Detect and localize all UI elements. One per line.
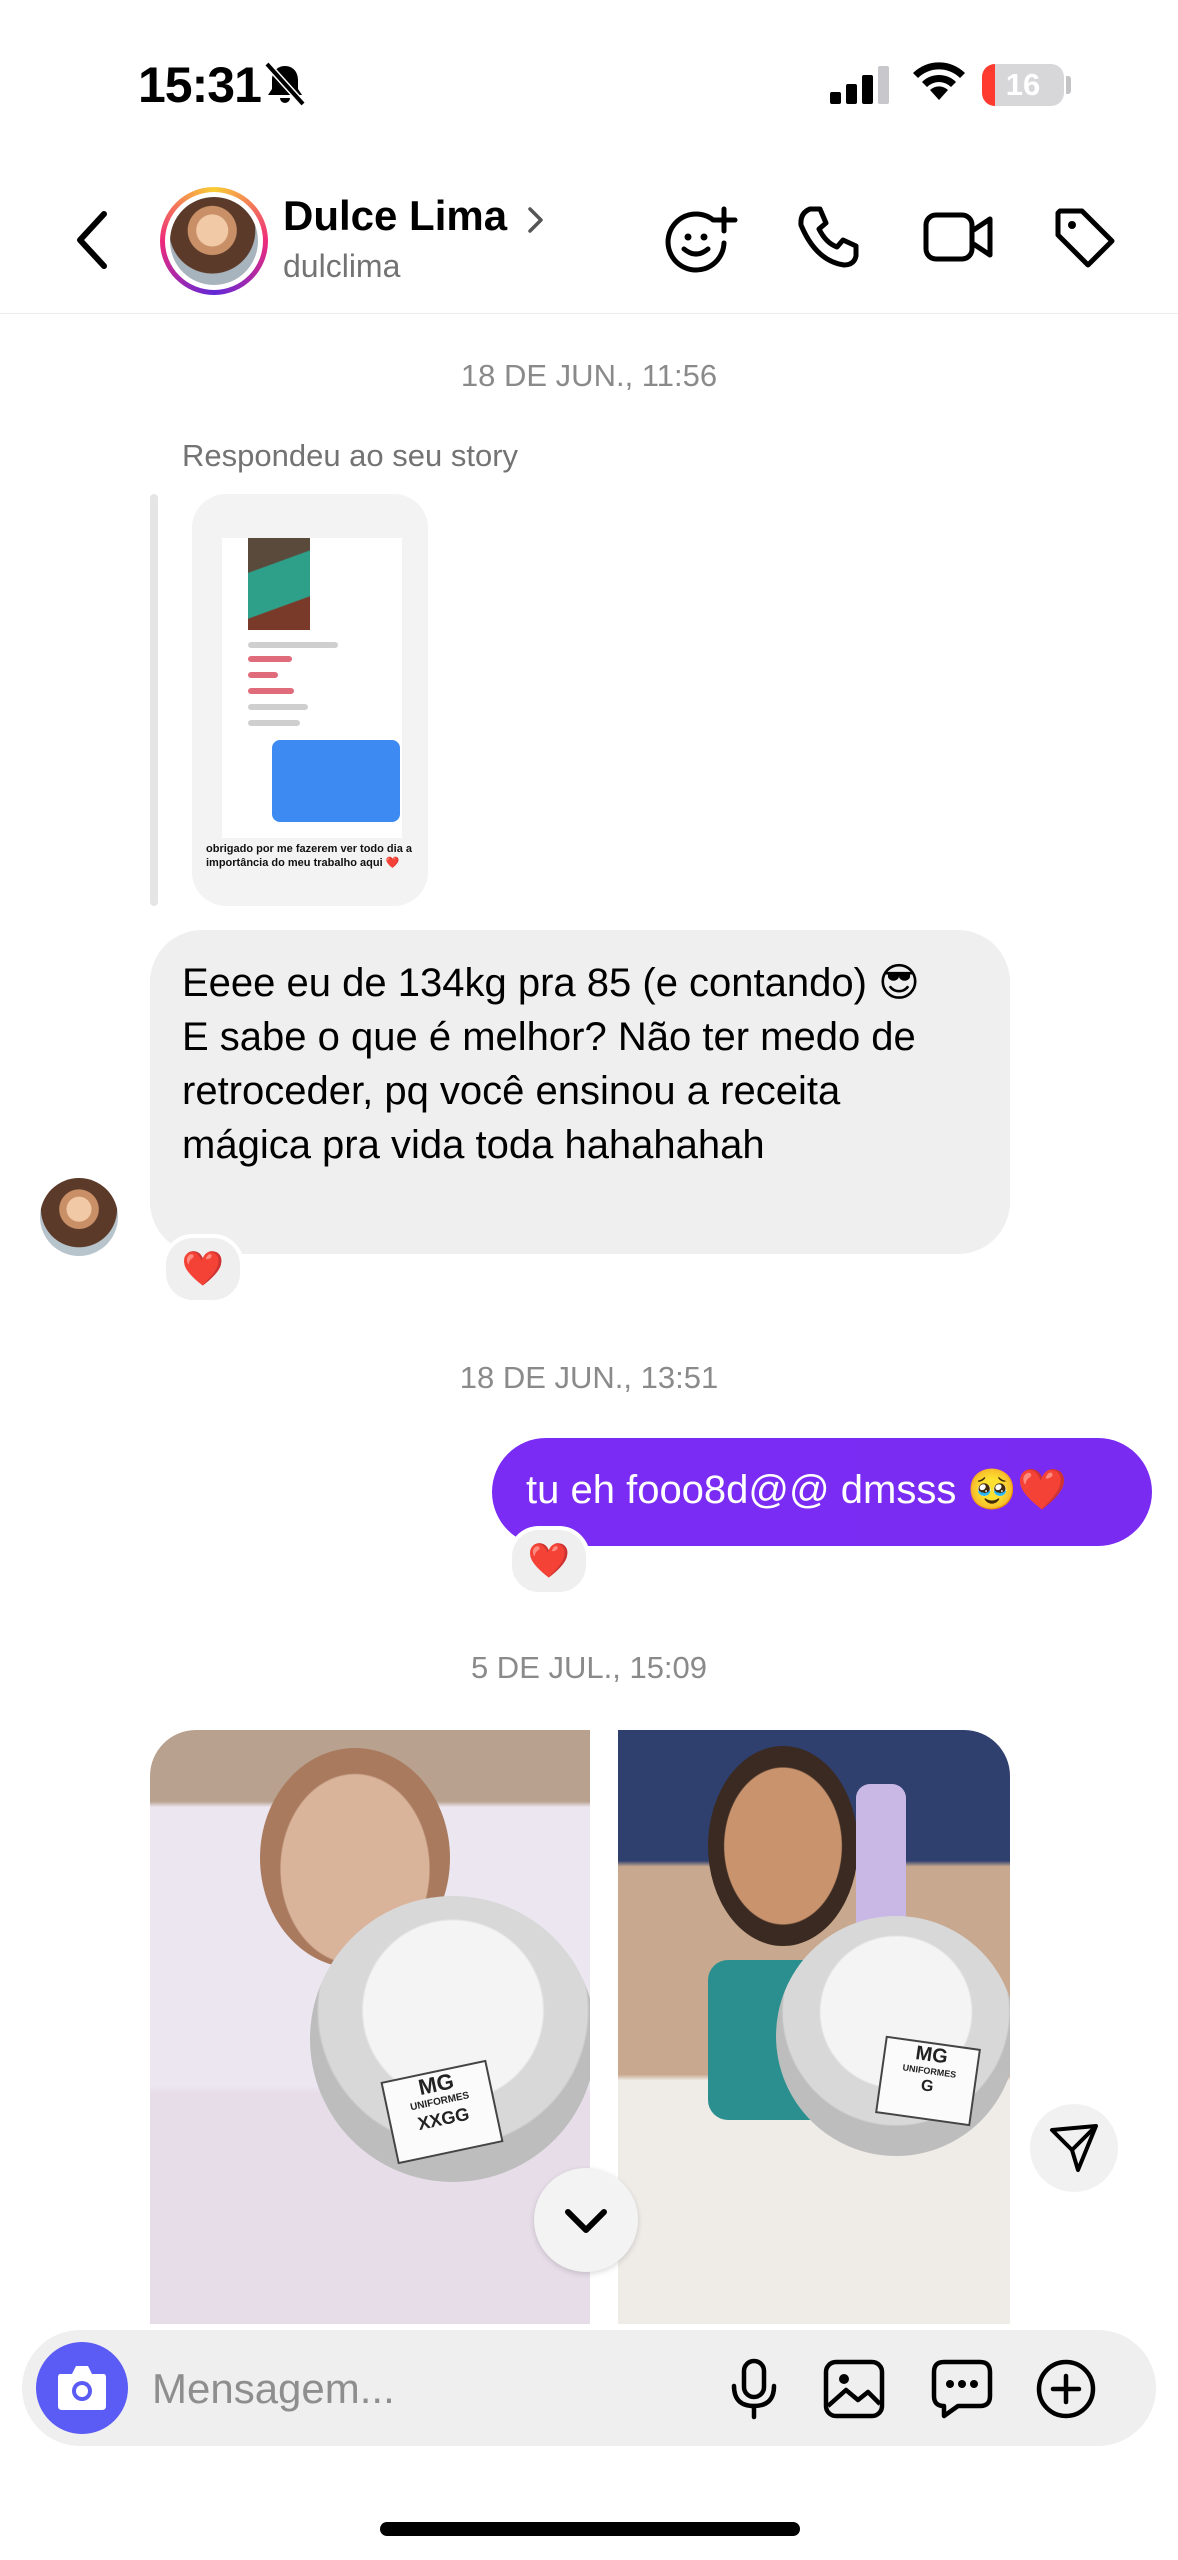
incoming-reaction[interactable]: ❤️	[162, 1234, 244, 1304]
story-text-line	[248, 672, 278, 678]
camera-button[interactable]	[36, 2342, 128, 2434]
size-label-left: MG UNIFORMES XXGG	[380, 2059, 504, 2165]
story-reply-label: Respondeu ao seu story	[182, 438, 519, 473]
incoming-message-text: Eeee eu de 134kg pra 85 (e contando) 😎 E …	[182, 961, 920, 1167]
tag-icon[interactable]	[1052, 205, 1118, 271]
reply-quote-bar	[150, 494, 158, 906]
cellular-signal-icon	[830, 66, 889, 104]
face-blur	[708, 1746, 858, 1946]
story-caption: obrigado por me fazerem ver todo dia a i…	[206, 843, 412, 869]
contact-name[interactable]: Dulce Lima	[283, 192, 507, 240]
gallery-icon[interactable]	[822, 2358, 886, 2420]
add-circle-icon[interactable]	[1034, 2358, 1098, 2420]
wifi-icon	[913, 62, 965, 100]
outgoing-reaction[interactable]: ❤️	[508, 1526, 590, 1596]
timestamp-3: 5 DE JUL., 15:09	[470, 1650, 708, 1685]
story-text-line	[248, 642, 338, 648]
camera-icon	[58, 2366, 106, 2410]
sticker-add-icon[interactable]	[662, 205, 738, 275]
timestamp-1: 18 DE JUN., 11:56	[460, 358, 718, 393]
outgoing-message-text: tu eh fooo8d@@ dmsss 🥹❤️	[526, 1468, 1068, 1512]
chevron-down-icon	[565, 2209, 607, 2233]
timestamp-2: 18 DE JUN., 13:51	[459, 1360, 719, 1395]
phone-icon[interactable]	[796, 205, 860, 269]
contact-avatar[interactable]	[160, 187, 268, 295]
story-thumbnail[interactable]: obrigado por me fazerem ver todo dia a i…	[192, 494, 428, 906]
story-text-line	[248, 656, 292, 662]
chevron-right-icon[interactable]	[526, 205, 546, 235]
back-chevron-icon[interactable]	[72, 208, 112, 272]
heart-reaction-icon: ❤️	[527, 1542, 571, 1580]
bell-muted-icon	[264, 61, 306, 107]
battery-percentage: 16	[1005, 67, 1041, 102]
battery-indicator: 16	[982, 64, 1064, 106]
shorts-closeup-left: MG UNIFORMES XXGG	[310, 1896, 590, 2182]
story-text-line	[248, 720, 300, 726]
story-screenshot	[222, 538, 402, 838]
avatar-photo	[170, 197, 258, 285]
shorts-closeup-right: MG UNIFORMES G	[776, 1916, 1010, 2156]
status-time: 15:31	[138, 57, 262, 113]
sticker-chat-icon[interactable]	[930, 2358, 994, 2420]
home-indicator	[380, 2522, 800, 2536]
scroll-down-button[interactable]	[534, 2168, 638, 2272]
story-text-line	[248, 688, 294, 694]
header-divider	[0, 313, 1178, 314]
incoming-message-bubble[interactable]: Eeee eu de 134kg pra 85 (e contando) 😎 E …	[150, 930, 1010, 1254]
avatar-ring-gap	[165, 192, 263, 290]
story-blue-message	[272, 740, 400, 822]
battery-tip	[1066, 76, 1071, 94]
contact-handle[interactable]: dulclima	[283, 248, 400, 285]
microphone-icon[interactable]	[726, 2358, 782, 2420]
before-photo[interactable]: MG UNIFORMES XXGG	[150, 1730, 590, 2324]
story-text-line	[248, 704, 308, 710]
paper-plane-icon	[1050, 2124, 1098, 2172]
size-label-right: MG UNIFORMES G	[875, 2035, 981, 2127]
sender-avatar[interactable]	[40, 1178, 118, 1256]
outgoing-message-bubble[interactable]: tu eh fooo8d@@ dmsss 🥹❤️	[492, 1438, 1152, 1546]
video-call-icon[interactable]	[922, 205, 994, 269]
message-composer	[22, 2330, 1156, 2446]
heart-reaction-icon: ❤️	[181, 1250, 225, 1288]
share-button[interactable]	[1030, 2104, 1118, 2192]
story-photo	[248, 538, 310, 630]
message-input[interactable]	[150, 2352, 714, 2426]
phone-in-photo	[856, 1784, 906, 1934]
after-photo[interactable]: MG UNIFORMES G	[618, 1730, 1010, 2324]
